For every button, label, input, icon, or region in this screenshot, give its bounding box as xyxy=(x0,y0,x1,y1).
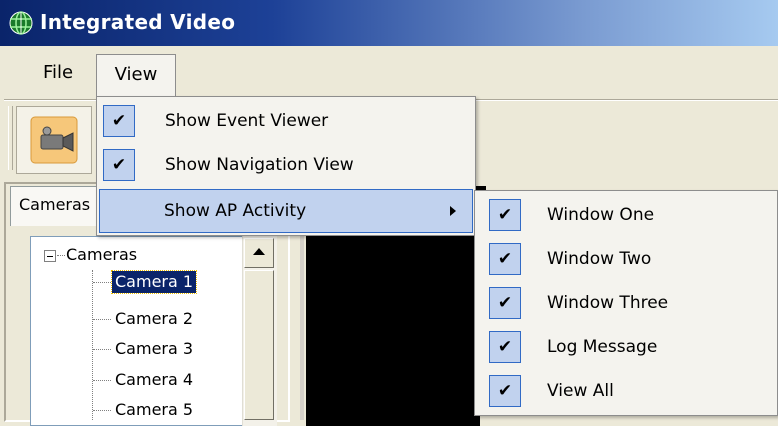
menu-item-show-navigation-view[interactable]: ✔ Show Navigation View xyxy=(97,143,475,187)
tree-connector xyxy=(93,380,111,381)
tab-cameras[interactable]: Cameras xyxy=(10,186,100,226)
check-icon: ✔ xyxy=(489,287,521,319)
tree-connector xyxy=(93,282,111,283)
globe-icon xyxy=(8,10,34,36)
tree-root-cameras[interactable]: Cameras xyxy=(66,245,137,264)
menu-file[interactable]: File xyxy=(30,52,86,94)
toolbar-grip[interactable] xyxy=(8,106,13,170)
check-icon: ✔ xyxy=(103,105,135,137)
tree-connector xyxy=(57,255,65,256)
submenu-item-window-one[interactable]: ✔ Window One xyxy=(475,193,777,237)
tree-node-camera-1[interactable]: Camera 1 xyxy=(110,270,198,294)
video-camera-icon xyxy=(30,116,78,164)
menu-view[interactable]: View xyxy=(96,54,176,98)
tree-collapse-button[interactable] xyxy=(44,250,56,262)
menu-item-show-ap-activity[interactable]: Show AP Activity xyxy=(99,189,473,233)
tree-connector xyxy=(92,270,93,420)
tree-node-camera-2[interactable]: Camera 2 xyxy=(112,308,196,330)
submenu-item-window-three[interactable]: ✔ Window Three xyxy=(475,281,777,325)
tree-node-camera-4[interactable]: Camera 4 xyxy=(112,369,196,391)
check-icon: ✔ xyxy=(489,243,521,275)
submenu-arrow-icon xyxy=(450,206,456,216)
scroll-up-button[interactable] xyxy=(244,238,274,268)
check-icon: ✔ xyxy=(489,375,521,407)
submenu-item-window-two[interactable]: ✔ Window Two xyxy=(475,237,777,281)
check-icon: ✔ xyxy=(489,199,521,231)
ap-activity-submenu: ✔ Window One ✔ Window Two ✔ Window Three… xyxy=(474,190,778,416)
check-icon: ✔ xyxy=(489,331,521,363)
camera-tree[interactable] xyxy=(30,236,276,426)
submenu-item-log-message[interactable]: ✔ Log Message xyxy=(475,325,777,369)
camera-tool-button[interactable] xyxy=(16,106,92,174)
tree-connector xyxy=(93,349,111,350)
view-menu-dropdown: ✔ Show Event Viewer ✔ Show Navigation Vi… xyxy=(96,96,476,236)
tree-node-camera-5[interactable]: Camera 5 xyxy=(112,399,196,421)
tree-connector xyxy=(93,319,111,320)
tree-connector xyxy=(93,410,111,411)
tree-node-camera-3[interactable]: Camera 3 xyxy=(112,338,196,360)
menu-item-show-event-viewer[interactable]: ✔ Show Event Viewer xyxy=(97,99,475,143)
video-display[interactable] xyxy=(306,236,480,426)
submenu-item-view-all[interactable]: ✔ View All xyxy=(475,369,777,413)
scroll-thumb[interactable] xyxy=(244,270,274,420)
window-title: Integrated Video xyxy=(40,10,236,34)
check-icon: ✔ xyxy=(103,149,135,181)
